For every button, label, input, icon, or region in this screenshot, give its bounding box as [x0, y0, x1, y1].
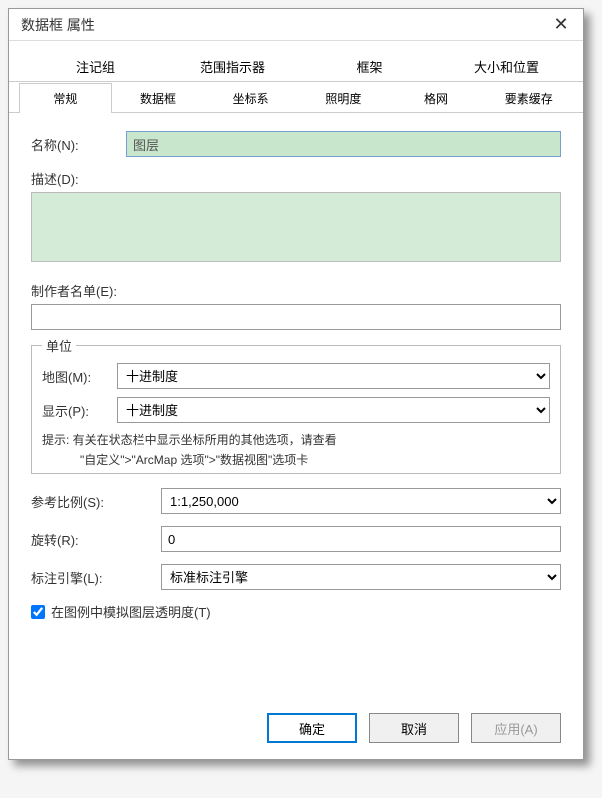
- dialog-title: 数据框 属性: [21, 15, 95, 35]
- tab-frame[interactable]: 框架: [301, 50, 438, 82]
- name-input[interactable]: [126, 131, 561, 157]
- ref-scale-label: 参考比例(S):: [31, 492, 161, 511]
- units-hint-line2: "自定义">"ArcMap 选项">"数据视图"选项卡: [42, 451, 550, 469]
- tab-annotation-groups[interactable]: 注记组: [27, 50, 164, 82]
- credits-label: 制作者名单(E):: [31, 281, 561, 300]
- tab-row-upper: 注记组 范围指示器 框架 大小和位置: [9, 49, 583, 82]
- name-label: 名称(N):: [31, 135, 126, 154]
- tab-size-position[interactable]: 大小和位置: [438, 50, 575, 82]
- ref-scale-row: 参考比例(S): 1:1,250,000: [31, 488, 561, 514]
- close-icon: ✕: [553, 14, 568, 35]
- description-label: 描述(D):: [31, 169, 561, 188]
- apply-button[interactable]: 应用(A): [471, 713, 561, 743]
- tab-coordinate-system[interactable]: 坐标系: [204, 83, 297, 113]
- tab-illumination[interactable]: 照明度: [297, 83, 390, 113]
- ok-button[interactable]: 确定: [267, 713, 357, 743]
- rotation-label: 旋转(R):: [31, 530, 161, 549]
- map-units-select[interactable]: 十进制度: [117, 363, 550, 389]
- tab-feature-cache[interactable]: 要素缓存: [482, 83, 575, 113]
- tab-grids[interactable]: 格网: [390, 83, 483, 113]
- label-engine-row: 标注引擎(L): 标准标注引擎: [31, 564, 561, 590]
- tab-data-frame[interactable]: 数据框: [112, 83, 205, 113]
- description-wrap: [31, 192, 561, 267]
- simulate-transparency-checkbox[interactable]: [31, 605, 45, 619]
- map-units-row: 地图(M): 十进制度: [42, 363, 550, 389]
- simulate-transparency-row: 在图例中模拟图层透明度(T): [31, 602, 561, 621]
- rotation-input[interactable]: [161, 526, 561, 552]
- rotation-row: 旋转(R):: [31, 526, 561, 552]
- display-units-select[interactable]: 十进制度: [117, 397, 550, 423]
- tab-row-lower: 常规 数据框 坐标系 照明度 格网 要素缓存: [9, 82, 583, 113]
- cancel-button[interactable]: 取消: [369, 713, 459, 743]
- units-fieldset: 单位 地图(M): 十进制度 显示(P): 十进制度 提示: 有关在状态栏中显示…: [31, 336, 561, 474]
- button-bar: 确定 取消 应用(A): [267, 713, 561, 743]
- description-textarea[interactable]: [31, 192, 561, 262]
- label-engine-select[interactable]: 标准标注引擎: [161, 564, 561, 590]
- label-engine-label: 标注引擎(L):: [31, 568, 161, 587]
- close-button[interactable]: ✕: [547, 11, 575, 39]
- tab-content-general: 名称(N): 描述(D): 制作者名单(E): 单位 地图(M): 十进制度 显…: [9, 113, 583, 639]
- simulate-transparency-label: 在图例中模拟图层透明度(T): [51, 602, 211, 621]
- name-row: 名称(N):: [31, 131, 561, 157]
- units-hint-line1: 提示: 有关在状态栏中显示坐标所用的其他选项，请查看: [42, 431, 550, 449]
- tab-extent-indicators[interactable]: 范围指示器: [164, 50, 301, 82]
- properties-dialog: 数据框 属性 ✕ 注记组 范围指示器 框架 大小和位置 常规 数据框 坐标系 照…: [8, 8, 584, 760]
- units-legend: 单位: [42, 336, 76, 355]
- display-units-label: 显示(P):: [42, 401, 117, 420]
- title-bar: 数据框 属性 ✕: [9, 9, 583, 41]
- display-units-row: 显示(P): 十进制度: [42, 397, 550, 423]
- map-units-label: 地图(M):: [42, 367, 117, 386]
- credits-input[interactable]: [31, 304, 561, 330]
- ref-scale-select[interactable]: 1:1,250,000: [161, 488, 561, 514]
- tab-general[interactable]: 常规: [19, 83, 112, 113]
